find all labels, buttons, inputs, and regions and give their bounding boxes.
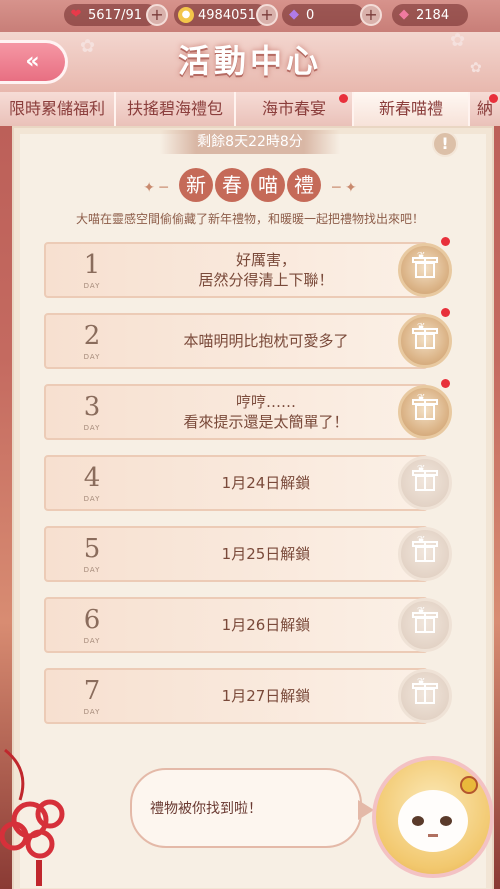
bell-icon bbox=[460, 776, 478, 794]
mascot-face bbox=[398, 790, 468, 852]
day-card-6[interactable]: 6 DAY 1月26日解鎖 bbox=[44, 597, 428, 653]
title-char: 新 bbox=[179, 168, 213, 202]
day-card-7[interactable]: 7 DAY 1月27日解鎖 bbox=[44, 668, 428, 724]
day-number: 6 bbox=[83, 605, 101, 635]
resource-coins: ● 4984051 + bbox=[174, 4, 278, 26]
gift-button-1[interactable]: ❦ bbox=[398, 243, 452, 297]
title-char: 禮 bbox=[287, 168, 321, 202]
tab-spring-cat-gift[interactable]: 新春喵禮 bbox=[354, 92, 470, 126]
double-chevron-left-icon: « bbox=[25, 49, 40, 74]
back-button[interactable]: « bbox=[0, 40, 68, 84]
coins-value: 4984051 bbox=[198, 7, 256, 23]
day-message: 好厲害， 居然分得清上下聯！ bbox=[198, 251, 334, 289]
pink-diamond-icon: ◆ bbox=[399, 7, 409, 22]
stamina-value: 5617/91 bbox=[88, 7, 143, 23]
dialog-text: 禮物被你找到啦！ bbox=[150, 801, 262, 817]
add-stamina-button[interactable]: + bbox=[146, 4, 168, 26]
title-char: 喵 bbox=[251, 168, 285, 202]
day-number: 2 bbox=[83, 321, 101, 351]
day-number: 3 bbox=[83, 392, 101, 422]
day-label: DAY bbox=[83, 495, 101, 503]
day-message: 1月24日解鎖 bbox=[221, 474, 311, 492]
gift-button-2[interactable]: ❦ bbox=[398, 314, 452, 368]
day-label: DAY bbox=[83, 424, 101, 432]
tab-more[interactable]: 納 bbox=[470, 92, 500, 126]
tab-label: 限時累儲福利 bbox=[8, 99, 105, 118]
day-number: 7 bbox=[83, 676, 101, 706]
add-coins-button[interactable]: + bbox=[256, 4, 278, 26]
tab-sea-gift-pack[interactable]: 扶搖碧海禮包 bbox=[116, 92, 236, 126]
diamonds-value: 0 bbox=[306, 7, 315, 23]
event-title: ✦ ─ 新 春 喵 禮 ─ ✦ bbox=[0, 168, 500, 202]
tab-label: 扶搖碧海禮包 bbox=[126, 99, 223, 118]
title-char: 春 bbox=[215, 168, 249, 202]
day-card-1[interactable]: 1 DAY 好厲害， 居然分得清上下聯！ bbox=[44, 242, 428, 298]
notification-dot bbox=[489, 94, 498, 103]
eye-icon bbox=[412, 816, 424, 826]
day-message: 1月26日解鎖 bbox=[221, 616, 311, 634]
gift-button-6-locked[interactable]: ❦ bbox=[398, 598, 452, 652]
day-message: 1月25日解鎖 bbox=[221, 545, 311, 563]
gift-button-3[interactable]: ❦ bbox=[398, 385, 452, 439]
eye-icon bbox=[440, 816, 452, 826]
day-card-3[interactable]: 3 DAY 哼哼…… 看來提示還是太簡單了！ bbox=[44, 384, 428, 440]
day-label: DAY bbox=[83, 566, 101, 574]
day-message: 哼哼…… 看來提示還是太簡單了！ bbox=[183, 393, 349, 431]
day-card-4[interactable]: 4 DAY 1月24日解鎖 bbox=[44, 455, 428, 511]
day-number: 4 bbox=[83, 463, 101, 493]
day-label: DAY bbox=[83, 637, 101, 645]
pink-diamonds-value: 2184 bbox=[416, 7, 450, 23]
sparkle-icon: ✦ ─ bbox=[143, 179, 168, 196]
event-description: 大喵在靈感空間偷偷藏了新年禮物，和暖暖一起把禮物找出來吧！ bbox=[75, 212, 424, 226]
resource-pink-diamonds: ◆ 2184 bbox=[392, 4, 468, 26]
tab-bar: 限時累儲福利 扶搖碧海禮包 海市春宴 新春喵禮 納 bbox=[0, 92, 500, 126]
tab-limited-recharge[interactable]: 限時累儲福利 bbox=[0, 92, 116, 126]
info-button[interactable]: ! bbox=[432, 131, 458, 157]
day-label: DAY bbox=[83, 708, 101, 716]
page-title: 活動中心 bbox=[177, 42, 322, 80]
cat-coin-icon: ● bbox=[178, 7, 194, 23]
tab-label: 海市春宴 bbox=[261, 99, 326, 118]
add-diamonds-button[interactable]: + bbox=[360, 4, 382, 26]
chinese-knot-decoration bbox=[0, 748, 65, 886]
tab-label: 新春喵禮 bbox=[378, 99, 443, 118]
resource-diamonds: ◆ 0 + bbox=[282, 4, 382, 26]
day-message: 本喵明明比抱枕可愛多了 bbox=[183, 332, 349, 350]
gift-button-5-locked[interactable]: ❦ bbox=[398, 527, 452, 581]
resource-bar: ❤ 5617/91 + ● 4984051 + ◆ 0 + ◆ 2184 bbox=[0, 0, 500, 32]
day-card-2[interactable]: 2 DAY 本喵明明比抱枕可愛多了 bbox=[44, 313, 428, 369]
notification-dot bbox=[441, 237, 450, 246]
notification-dot bbox=[441, 379, 450, 388]
tab-sea-spring-feast[interactable]: 海市春宴 bbox=[236, 92, 354, 126]
day-number: 1 bbox=[83, 250, 101, 280]
diamond-icon: ◆ bbox=[289, 7, 299, 22]
day-message: 1月27日解鎖 bbox=[221, 687, 311, 705]
cat-mascot-avatar[interactable] bbox=[372, 756, 494, 878]
sparkle-icon: ─ ✦ bbox=[332, 179, 357, 196]
notification-dot bbox=[441, 308, 450, 317]
gift-button-7-locked[interactable]: ❦ bbox=[398, 669, 452, 723]
day-label: DAY bbox=[83, 282, 101, 290]
countdown-timer: 剩餘8天22時8分 bbox=[160, 130, 340, 154]
day-number: 5 bbox=[83, 534, 101, 564]
gift-button-4-locked[interactable]: ❦ bbox=[398, 456, 452, 510]
notification-dot bbox=[339, 94, 348, 103]
exclamation-icon: ! bbox=[441, 134, 449, 153]
day-card-5[interactable]: 5 DAY 1月25日解鎖 bbox=[44, 526, 428, 582]
speech-bubble[interactable]: 禮物被你找到啦！ bbox=[130, 768, 362, 848]
day-label: DAY bbox=[83, 353, 101, 361]
resource-stamina: ❤ 5617/91 + bbox=[64, 4, 168, 26]
heart-icon: ❤ bbox=[70, 7, 82, 22]
